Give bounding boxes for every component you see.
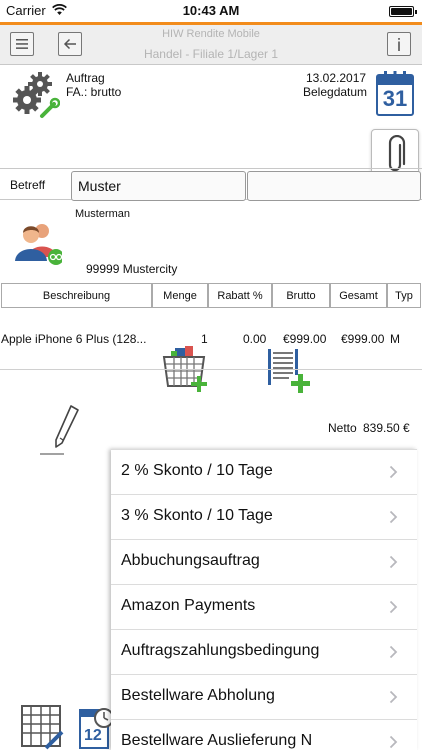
app-title: HIW Rendite Mobile [162, 28, 260, 40]
info-button[interactable] [387, 32, 411, 56]
chevron-right-icon [389, 465, 398, 479]
item-discount: 0.00 [243, 332, 267, 346]
col-header-discount[interactable]: Rabatt % [208, 283, 272, 308]
payment-term-option[interactable]: 2 % Skonto / 10 Tage [111, 449, 417, 494]
calendar-day: 31 [382, 86, 408, 111]
menu-icon [16, 39, 28, 49]
document-header: Auftrag FA.: brutto 13.02.2017 Belegdatu… [0, 66, 422, 179]
svg-text:12: 12 [84, 727, 102, 744]
item-gross: €999.00 [283, 332, 327, 346]
customer-name: Musterman [75, 208, 131, 220]
battery-icon [389, 6, 417, 17]
calendar-button[interactable]: 31 [376, 70, 414, 116]
menu-button[interactable] [10, 32, 34, 56]
netto-label: Netto [328, 421, 357, 435]
clock: 10:43 AM [182, 3, 240, 18]
col-header-gross[interactable]: Brutto [272, 283, 330, 308]
payment-term-option[interactable]: Bestellware Abholung [111, 674, 417, 719]
item-total: €999.00 [341, 332, 385, 346]
subject-input[interactable]: Muster [71, 171, 246, 201]
chevron-right-icon [389, 735, 398, 749]
subject-row: Betreff Muster [0, 168, 422, 201]
chevron-right-icon [389, 600, 398, 614]
gears-settings-icon[interactable] [12, 70, 60, 120]
customer-contacts-icon[interactable] [14, 219, 62, 267]
back-button[interactable] [58, 32, 82, 56]
chevron-right-icon [389, 690, 398, 704]
payment-terms-dropdown: 2 % Skonto / 10 Tage 3 % Skonto / 10 Tag… [111, 449, 417, 750]
chevron-right-icon [389, 645, 398, 659]
divider [0, 369, 422, 370]
payment-term-option[interactable]: Auftragszahlungsbedingung [111, 629, 417, 674]
payment-term-option[interactable]: Abbuchungsauftrag [111, 539, 417, 584]
col-header-quantity[interactable]: Menge [152, 283, 208, 308]
add-basket-icon[interactable] [161, 342, 211, 394]
status-bar: Carrier 10:43 AM [0, 0, 422, 22]
nav-bar: HIW Rendite Mobile Handel - Filiale 1/La… [0, 25, 422, 65]
app-subtitle: Handel - Filiale 1/Lager 1 [143, 47, 279, 61]
document-type: Auftrag [66, 71, 105, 85]
fa-line: FA.: brutto [66, 85, 122, 99]
subject-input-2[interactable] [247, 171, 421, 201]
pen-signature-icon[interactable] [38, 403, 84, 457]
customer-city: 99999 Mustercity [86, 262, 178, 276]
payment-term-option[interactable]: 3 % Skonto / 10 Tage [111, 494, 417, 539]
chevron-right-icon [389, 510, 398, 524]
add-list-icon[interactable] [265, 346, 313, 394]
item-description: Apple iPhone 6 Plus (128... [1, 332, 147, 346]
col-header-description[interactable]: Beschreibung [1, 283, 152, 308]
calendar-grid-icon[interactable] [20, 704, 66, 750]
col-header-total[interactable]: Gesamt [330, 283, 387, 308]
info-icon [398, 37, 400, 51]
document-date: 13.02.2017 [306, 71, 367, 85]
item-type: M [390, 332, 400, 346]
arrow-left-icon [63, 38, 76, 50]
subject-label: Betreff [10, 178, 46, 192]
calendar-clock-icon[interactable]: 12 [78, 704, 112, 750]
chevron-right-icon [389, 555, 398, 569]
col-header-type[interactable]: Typ [387, 283, 421, 308]
netto-value: 839.50 € [363, 421, 410, 435]
date-label: Belegdatum [303, 85, 368, 99]
table-row[interactable]: Apple iPhone 6 Plus (128... 1 0.00 €999.… [0, 327, 422, 351]
payment-term-option[interactable]: Amazon Payments [111, 584, 417, 629]
payment-term-option[interactable]: Bestellware Auslieferung N [111, 719, 417, 750]
